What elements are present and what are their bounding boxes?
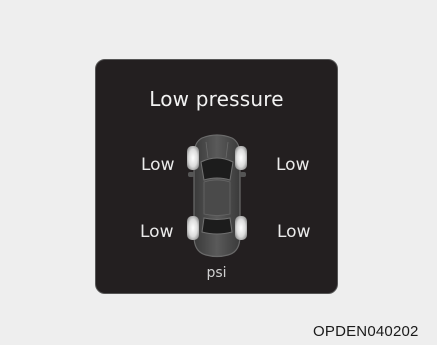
display-title: Low pressure (149, 87, 284, 111)
rear-right-tire-status: Low (277, 222, 311, 242)
front-right-tire-status: Low (276, 155, 310, 175)
tpms-display-panel: Low pressure Low Low Low Low psi (95, 59, 338, 294)
figure-code: OPDEN040202 (313, 323, 419, 340)
rear-left-tire-status: Low (140, 222, 174, 242)
car-top-view-icon (187, 134, 247, 258)
pressure-unit-label: psi (206, 265, 227, 281)
front-left-tire-status: Low (141, 155, 175, 175)
